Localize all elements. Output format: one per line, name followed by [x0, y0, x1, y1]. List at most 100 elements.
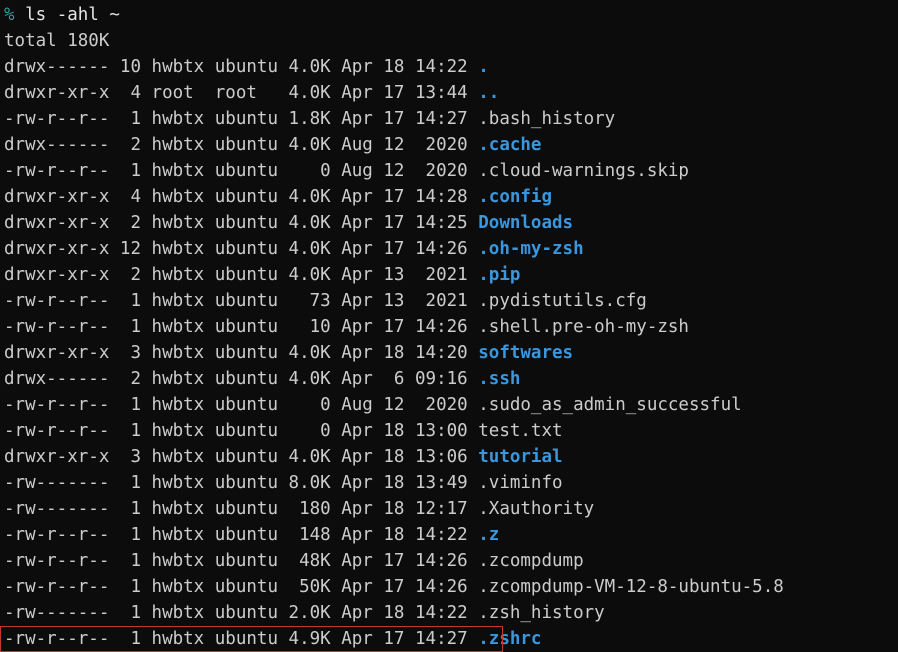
file-name[interactable]: .zshrc — [478, 629, 541, 649]
day: 17 — [383, 551, 404, 571]
month: Apr — [341, 629, 373, 649]
owner: hwbtx — [152, 499, 205, 519]
permissions: -rw-r--r-- — [4, 109, 109, 129]
time: 14:22 — [415, 603, 468, 623]
month: Apr — [341, 603, 373, 623]
listing-row: -rw-r--r-- 1 hwbtx ubuntu 4.9K Apr 17 14… — [4, 626, 894, 652]
listing-row: drwxr-xr-x 2 hwbtx ubuntu 4.0K Apr 13 20… — [4, 262, 894, 288]
day: 17 — [383, 187, 404, 207]
file-name[interactable]: .zcompdump — [478, 551, 583, 571]
month: Apr — [341, 239, 373, 259]
file-name[interactable]: .ssh — [478, 369, 520, 389]
permissions: drwxr-xr-x — [4, 265, 109, 285]
group: ubuntu — [215, 603, 278, 623]
size: 50K — [289, 577, 331, 597]
group: ubuntu — [215, 57, 278, 77]
permissions: -rw-r--r-- — [4, 317, 109, 337]
file-name[interactable]: .z — [478, 525, 499, 545]
link-count: 1 — [120, 109, 141, 129]
owner: hwbtx — [152, 161, 205, 181]
listing-row: -rw-r--r-- 1 hwbtx ubuntu 148 Apr 18 14:… — [4, 522, 894, 548]
group: ubuntu — [215, 525, 278, 545]
file-name[interactable]: .shell.pre-oh-my-zsh — [478, 317, 689, 337]
group: ubuntu — [215, 213, 278, 233]
permissions: drwxr-xr-x — [4, 343, 109, 363]
size: 2.0K — [289, 603, 331, 623]
link-count: 1 — [120, 473, 141, 493]
day: 17 — [383, 629, 404, 649]
day: 13 — [383, 291, 404, 311]
link-count: 1 — [120, 629, 141, 649]
file-name[interactable]: . — [478, 57, 489, 77]
file-name[interactable]: .. — [478, 83, 499, 103]
time: 2020 — [415, 395, 468, 415]
group: ubuntu — [215, 421, 278, 441]
file-name[interactable]: .config — [478, 187, 552, 207]
file-listing: drwx------ 10 hwbtx ubuntu 4.0K Apr 18 1… — [4, 54, 894, 652]
group: ubuntu — [215, 395, 278, 415]
link-count: 1 — [120, 603, 141, 623]
group: ubuntu — [215, 499, 278, 519]
permissions: drwxr-xr-x — [4, 239, 109, 259]
listing-row: drwxr-xr-x 2 hwbtx ubuntu 4.0K Apr 17 14… — [4, 210, 894, 236]
size: 4.0K — [289, 57, 331, 77]
month: Apr — [341, 265, 373, 285]
file-name[interactable]: .Xauthority — [478, 499, 594, 519]
file-name[interactable]: test.txt — [478, 421, 562, 441]
time: 12:17 — [415, 499, 468, 519]
day: 12 — [383, 395, 404, 415]
file-name[interactable]: .cache — [478, 135, 541, 155]
owner: hwbtx — [152, 447, 205, 467]
month: Apr — [341, 499, 373, 519]
day: 17 — [383, 239, 404, 259]
permissions: -rw-r--r-- — [4, 161, 109, 181]
permissions: -rw-r--r-- — [4, 291, 109, 311]
owner: hwbtx — [152, 291, 205, 311]
size: 4.0K — [289, 187, 331, 207]
owner: hwbtx — [152, 525, 205, 545]
day: 18 — [383, 57, 404, 77]
file-name[interactable]: .bash_history — [478, 109, 615, 129]
day: 18 — [383, 525, 404, 545]
time: 14:26 — [415, 551, 468, 571]
link-count: 12 — [120, 239, 141, 259]
file-name[interactable]: .viminfo — [478, 473, 562, 493]
file-name[interactable]: .zsh_history — [478, 603, 604, 623]
file-name[interactable]: .cloud-warnings.skip — [478, 161, 689, 181]
permissions: -rw-r--r-- — [4, 577, 109, 597]
file-name[interactable]: .oh-my-zsh — [478, 239, 583, 259]
file-name[interactable]: .pydistutils.cfg — [478, 291, 647, 311]
link-count: 1 — [120, 161, 141, 181]
file-name[interactable]: .sudo_as_admin_successful — [478, 395, 741, 415]
size: 4.0K — [289, 83, 331, 103]
month: Aug — [341, 161, 373, 181]
file-name[interactable]: .zcompdump-VM-12-8-ubuntu-5.8 — [478, 577, 784, 597]
size: 4.0K — [289, 213, 331, 233]
month: Aug — [341, 395, 373, 415]
time: 14:25 — [415, 213, 468, 233]
link-count: 4 — [120, 187, 141, 207]
size: 4.0K — [289, 369, 331, 389]
file-name[interactable]: .pip — [478, 265, 520, 285]
owner: hwbtx — [152, 421, 205, 441]
file-name[interactable]: softwares — [478, 343, 573, 363]
month: Apr — [341, 213, 373, 233]
month: Apr — [341, 343, 373, 363]
time: 14:26 — [415, 239, 468, 259]
permissions: drwxr-xr-x — [4, 213, 109, 233]
file-name[interactable]: Downloads — [478, 213, 573, 233]
permissions: drwxr-xr-x — [4, 187, 109, 207]
owner: hwbtx — [152, 187, 205, 207]
file-name[interactable]: tutorial — [478, 447, 562, 467]
time: 14:22 — [415, 525, 468, 545]
day: 17 — [383, 317, 404, 337]
month: Apr — [341, 525, 373, 545]
day: 12 — [383, 161, 404, 181]
prompt-symbol: % — [4, 5, 15, 25]
listing-row: drwx------ 2 hwbtx ubuntu 4.0K Aug 12 20… — [4, 132, 894, 158]
prompt-line[interactable]: % ls -ahl ~ — [4, 2, 894, 28]
owner: hwbtx — [152, 109, 205, 129]
month: Apr — [341, 317, 373, 337]
owner: hwbtx — [152, 551, 205, 571]
month: Apr — [341, 57, 373, 77]
